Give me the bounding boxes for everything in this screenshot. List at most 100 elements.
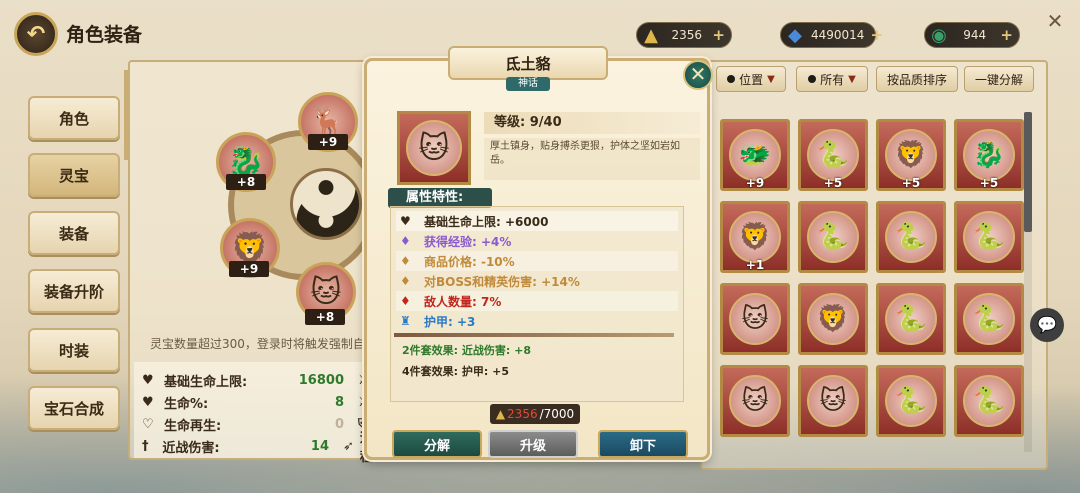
stat-value: 16800: [298, 372, 344, 388]
lingbao-icon: 🐱: [729, 293, 781, 345]
cost-have: 2356: [507, 407, 538, 421]
crystal-value: 4490014: [811, 28, 865, 42]
close-popup-button[interactable]: ✕: [683, 60, 713, 90]
dismantle-button[interactable]: 分解: [392, 430, 482, 458]
item-level: +1: [745, 258, 765, 272]
chevron-down-icon: ▼: [848, 73, 856, 85]
set-effect-2: 2件套效果: 近战伤害: +8: [402, 344, 531, 357]
item-level: +9: [745, 176, 765, 190]
lingbao-icon: 🐉: [963, 129, 1015, 181]
item-level: +5: [823, 176, 843, 190]
sidebar-item-gem-synthesis[interactable]: 宝石合成: [28, 386, 120, 430]
item-description: 厚土镇身，贴身搏杀更狠，护体之坚如岩如岳。: [484, 138, 700, 180]
inventory-item[interactable]: 🐉 +5: [954, 119, 1024, 191]
gold-value: 2356: [671, 28, 702, 42]
sidebar-item-lingbao[interactable]: 灵宝: [28, 153, 120, 197]
heart-icon: ♥: [142, 372, 154, 388]
chat-button[interactable]: 💬: [1030, 308, 1064, 342]
unequip-button[interactable]: 卸下: [598, 430, 688, 458]
stat-row: ♥ 基础生命上限: 16800 ⚔: [142, 370, 384, 390]
stat-row: † 近战伤害: 14 ➶ 远程: [142, 431, 384, 465]
gold-ingot-icon: ▲: [495, 407, 506, 421]
inventory-item[interactable]: 🐍 +5: [798, 119, 868, 191]
resource-jade: ◉ 944 +: [924, 22, 1020, 48]
sidebar-item-fashion[interactable]: 时装: [28, 328, 120, 372]
item-name: 氐土貉: [448, 46, 608, 80]
price-icon: ♦: [400, 254, 411, 268]
inventory-item[interactable]: 🦁 +1: [720, 201, 790, 273]
cat-icon: 🐱: [406, 120, 462, 176]
sidebar-item-character[interactable]: 角色: [28, 96, 120, 140]
inventory-item[interactable]: 🐍: [876, 283, 946, 355]
dismantle-all-button[interactable]: 一键分解: [964, 66, 1034, 92]
slot-level: +8: [226, 174, 266, 190]
inventory-item[interactable]: 🐱: [798, 365, 868, 437]
add-gold-button[interactable]: +: [712, 26, 725, 44]
inventory-item[interactable]: 🐍: [876, 365, 946, 437]
inventory-item[interactable]: 🐲 +9: [720, 119, 790, 191]
add-jade-button[interactable]: +: [1000, 26, 1013, 44]
stats-panel: ♥ 基础生命上限: 16800 ⚔ ♥ 生命%: 8 ⚔ ♡ 生命再生: 0 ⛨…: [134, 362, 384, 465]
stat-value: 14: [310, 438, 330, 454]
sidebar-item-equipment-upgrade[interactable]: 装备升阶: [28, 269, 120, 313]
inventory-item[interactable]: 🐱: [720, 283, 790, 355]
lingbao-icon: 🐍: [807, 129, 859, 181]
jade-value: 944: [963, 28, 987, 42]
inventory-item[interactable]: 🦁 +5: [876, 119, 946, 191]
inventory-item[interactable]: 🐍: [876, 201, 946, 273]
attribute-text: 获得经验: +4%: [424, 234, 512, 249]
stat-value: 0: [334, 416, 344, 432]
inventory-item[interactable]: 🐍: [954, 283, 1024, 355]
attribute-text: 对BOSS和精英伤害: +14%: [424, 274, 580, 289]
inventory-item[interactable]: 🐍: [798, 201, 868, 273]
close-icon[interactable]: ✕: [1044, 10, 1066, 32]
inventory-item[interactable]: 🐍: [954, 201, 1024, 273]
item-level: 等级: 9/40: [484, 112, 700, 134]
enemy-count-icon: ♦: [400, 294, 411, 308]
inventory-item[interactable]: 🐱: [720, 365, 790, 437]
heart-plus-icon: ♡: [142, 416, 154, 432]
gold-ingot-icon: ▲: [644, 24, 658, 46]
stat-value: 8: [334, 394, 344, 410]
inventory-item[interactable]: 🦁: [798, 283, 868, 355]
sort-by-quality-button[interactable]: 按品质排序: [876, 66, 958, 92]
page-title: 角色装备: [66, 24, 143, 46]
level-label: 等级:: [494, 115, 526, 130]
attribute-text: 商品价格: -10%: [424, 254, 515, 269]
dot-icon: [727, 75, 736, 83]
lingbao-icon: 🦁: [807, 293, 859, 345]
slot-level: +9: [229, 261, 269, 277]
item-level: +5: [901, 176, 921, 190]
stat-label: 生命%:: [164, 396, 209, 412]
blue-crystal-icon: ◆: [788, 24, 802, 46]
all-filter[interactable]: 所有 ▼: [796, 66, 868, 92]
upgrade-button[interactable]: 升级: [488, 430, 578, 458]
slot-level: +8: [305, 309, 345, 325]
lingbao-icon: 🐍: [963, 211, 1015, 263]
sword-icon: †: [142, 438, 149, 454]
back-arrow-icon: ↶: [26, 21, 46, 47]
yinyang-icon: [290, 168, 362, 240]
resource-crystal: ◆ 4490014 +: [780, 22, 883, 48]
attribute-row: ♦ 获得经验: +4%: [396, 231, 678, 251]
item-level: +5: [979, 176, 999, 190]
sidebar-item-equipment[interactable]: 装备: [28, 211, 120, 255]
back-button[interactable]: ↶: [14, 12, 58, 56]
inventory-item[interactable]: 🐍: [954, 365, 1024, 437]
heart-icon: ♥: [142, 394, 154, 410]
cat-icon: 🐱: [310, 274, 342, 310]
attribute-row: ♦ 敌人数量: 7%: [396, 291, 678, 311]
add-crystal-button[interactable]: +: [870, 26, 883, 44]
heart-icon: ♥: [400, 214, 411, 228]
level-value: 9/40: [529, 115, 562, 130]
set-effect-4: 4件套效果: 护甲: +5: [402, 365, 509, 378]
stat-label: 近战伤害:: [162, 440, 220, 456]
stat-label: 基础生命上限:: [164, 374, 248, 390]
lingbao-icon: 🦁: [729, 211, 781, 263]
upgrade-cost: ▲ 2356 /7000: [490, 404, 580, 424]
position-filter[interactable]: 位置 ▼: [716, 66, 786, 92]
attributes-header: 属性特性:: [388, 188, 492, 208]
attribute-row: ♜ 护甲: +3: [396, 311, 678, 331]
scrollbar-thumb[interactable]: [1024, 112, 1032, 232]
chevron-down-icon: ▼: [767, 73, 775, 85]
